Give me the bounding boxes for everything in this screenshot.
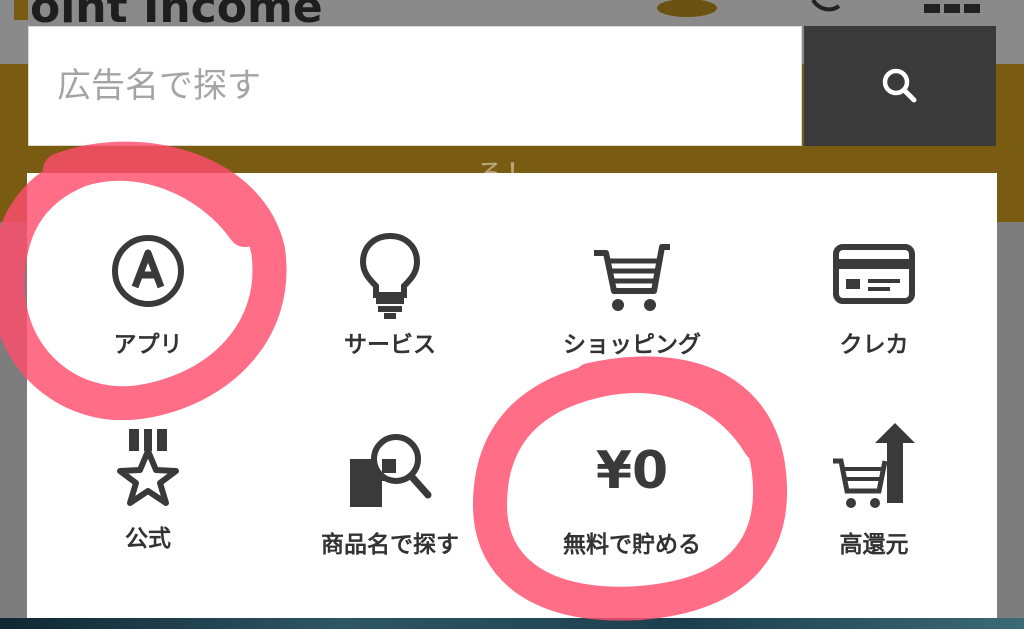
category-service[interactable]: サービス xyxy=(269,213,511,413)
search-button[interactable] xyxy=(804,26,996,146)
category-label: 高還元 xyxy=(839,532,909,558)
category-label: サービス xyxy=(344,332,436,358)
notification-car-icon xyxy=(657,0,717,17)
category-label: クレカ xyxy=(839,332,909,358)
category-credit-card[interactable]: クレカ xyxy=(753,213,995,413)
yen-zero-icon: ¥0 xyxy=(595,441,669,501)
cart-up-arrow-icon xyxy=(833,423,915,508)
category-label: 商品名で探す xyxy=(321,532,459,558)
search-icon xyxy=(882,68,917,103)
category-panel: アプリ サービス ショッピング クレカ 公式 商品名で探す ¥0 無料で貯める … xyxy=(27,173,997,618)
product-search-icon xyxy=(350,434,432,507)
credit-card-icon xyxy=(833,244,915,304)
category-high-return[interactable]: 高還元 xyxy=(753,413,995,613)
app-a-circle-icon xyxy=(112,235,184,307)
category-product-search[interactable]: 商品名で探す xyxy=(269,413,511,613)
category-label: 公式 xyxy=(125,526,171,552)
category-official[interactable]: 公式 xyxy=(27,413,269,613)
lightbulb-icon xyxy=(359,232,421,319)
category-label: ショッピング xyxy=(563,332,701,358)
search-nav-icon xyxy=(811,0,841,12)
shopping-cart-icon xyxy=(594,244,670,311)
medal-star-icon xyxy=(117,429,179,506)
grid-menu-icon xyxy=(924,4,980,13)
logo-mark xyxy=(14,0,28,20)
category-label: アプリ xyxy=(113,332,183,358)
search-field xyxy=(28,26,802,146)
category-shopping[interactable]: ショッピング xyxy=(511,213,753,413)
category-app[interactable]: アプリ xyxy=(27,213,269,413)
search-input[interactable] xyxy=(29,27,801,145)
category-label: 無料で貯める xyxy=(563,532,701,558)
background-image-strip xyxy=(0,618,1024,629)
category-free-earn[interactable]: ¥0 無料で貯める xyxy=(511,413,753,613)
